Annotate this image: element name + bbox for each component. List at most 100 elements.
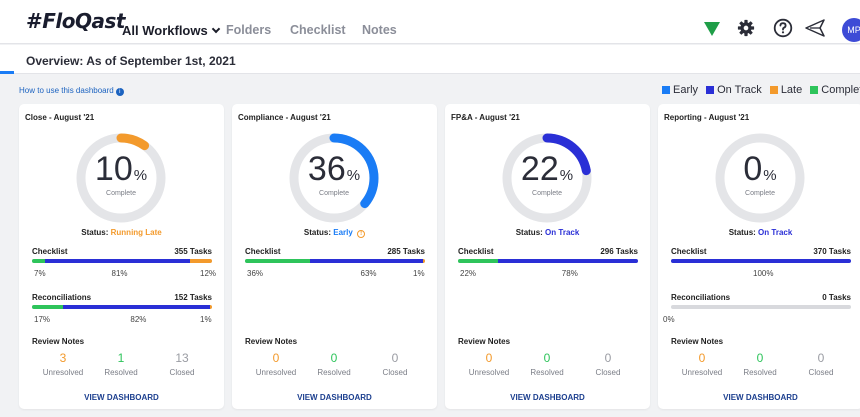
view-dashboard-link[interactable]: VIEW DASHBOARD xyxy=(232,393,437,402)
reconciliations-label: Reconciliations xyxy=(671,293,731,302)
help-icon[interactable] xyxy=(773,18,793,43)
percent-value: 10 xyxy=(94,150,133,188)
review-notes-caption: Unresolved xyxy=(255,368,297,377)
review-notes-caption: Closed xyxy=(382,368,408,377)
overview-title: Overview: As of September 1st, 2021 xyxy=(26,54,236,68)
status-value: Early xyxy=(333,228,353,237)
checklist-bar-segment xyxy=(190,259,212,263)
review-notes-closed[interactable]: 0 Closed xyxy=(791,351,851,377)
checklist-header: Checklist 370 Tasks xyxy=(671,247,851,256)
complete-label: Complete xyxy=(319,190,349,197)
status-legend: Early On Track Late Complete xyxy=(662,84,860,96)
percent-sign: % xyxy=(559,167,574,184)
status-line: Status: On Track xyxy=(658,228,860,237)
user-avatar[interactable]: MP xyxy=(842,18,860,42)
view-dashboard-link[interactable]: VIEW DASHBOARD xyxy=(658,393,860,402)
review-notes-count: 0 xyxy=(604,351,612,365)
card-title: FP&A - August '21 xyxy=(451,113,520,122)
status-label: Status: xyxy=(303,228,332,237)
review-notes-resolved[interactable]: 1 Resolved xyxy=(91,351,151,377)
review-notes-closed[interactable]: 13 Closed xyxy=(152,351,212,377)
review-notes-caption: Resolved xyxy=(530,368,564,377)
completion-gauge: 36% Complete xyxy=(284,128,384,228)
card-title: Compliance - August '21 xyxy=(238,113,331,122)
review-notes-resolved[interactable]: 0 Resolved xyxy=(304,351,364,377)
review-notes-count: 3 xyxy=(59,351,67,365)
percent-sign: % xyxy=(133,167,148,184)
percent-complete: 22% xyxy=(497,150,597,189)
completion-gauge: 22% Complete xyxy=(497,128,597,228)
workflow-card-reporting: Reporting - August '21 0% Complete Status: … xyxy=(658,104,860,409)
reconciliations-bar-segment xyxy=(210,305,212,309)
status-label: Status: xyxy=(728,228,756,237)
checklist-segment-label: 63% xyxy=(360,269,377,278)
checklist-segment-label: 100% xyxy=(753,269,774,278)
reconciliations-header: Reconciliations 0 Tasks xyxy=(671,293,851,302)
legend-item-early: Early xyxy=(662,84,698,96)
completion-gauge: 0% Complete xyxy=(710,128,810,228)
status-value: On Track xyxy=(758,228,793,237)
checklist-segment-label: 78% xyxy=(561,269,578,278)
reconciliations-task-count: 0 Tasks xyxy=(822,293,851,302)
reconciliations-label: Reconciliations xyxy=(32,293,92,302)
send-icon[interactable] xyxy=(805,19,825,42)
review-notes-count: 1 xyxy=(117,351,125,365)
percent-complete: 0% xyxy=(710,150,810,189)
checklist-bar-segment xyxy=(44,259,191,263)
how-to-use-link[interactable]: How to use this dashboard i xyxy=(19,86,124,96)
checklist-segment-label: 12% xyxy=(200,269,217,278)
nav-all-workflows[interactable]: All Workflows xyxy=(122,23,220,38)
legend-swatch xyxy=(769,86,778,94)
nav-notes[interactable]: Notes xyxy=(362,23,397,37)
card-title: Reporting - August '21 xyxy=(664,113,750,122)
review-notes-count: 0 xyxy=(698,351,706,365)
review-notes-header: Review Notes xyxy=(671,337,724,346)
percent-sign: % xyxy=(763,167,777,184)
reconciliations-segment-label: 1% xyxy=(200,315,212,324)
status-line: Status: Running Late xyxy=(19,228,224,237)
complete-label: Complete xyxy=(106,190,136,197)
reconciliations-header: Reconciliations 152 Tasks xyxy=(32,293,212,302)
review-notes-resolved[interactable]: 0 Resolved xyxy=(517,351,577,377)
review-notes-unresolved[interactable]: 0 Unresolved xyxy=(459,351,519,377)
view-dashboard-link[interactable]: VIEW DASHBOARD xyxy=(445,393,650,402)
review-notes-closed[interactable]: 0 Closed xyxy=(365,351,425,377)
completion-gauge: 10% Complete xyxy=(71,128,171,228)
flag-icon[interactable] xyxy=(704,22,720,36)
checklist-segment-label: 36% xyxy=(247,269,264,278)
review-notes-caption: Resolved xyxy=(104,368,138,377)
reconciliations-segment-label: 0% xyxy=(663,315,675,324)
legend-item-late: Late xyxy=(769,84,802,96)
view-dashboard-link[interactable]: VIEW DASHBOARD xyxy=(19,393,224,402)
floqast-logo[interactable]: #FloQast xyxy=(26,9,125,33)
reconciliations-segment-label: 17% xyxy=(34,315,51,324)
nav-folders[interactable]: Folders xyxy=(226,23,271,37)
nav-checklist[interactable]: Checklist xyxy=(290,23,346,37)
review-notes-caption: Closed xyxy=(808,368,834,377)
reconciliations-task-count: 152 Tasks xyxy=(174,293,212,302)
checklist-header: Checklist 355 Tasks xyxy=(32,247,212,256)
review-notes-resolved[interactable]: 0 Resolved xyxy=(730,351,790,377)
legend-item-complete: Complete xyxy=(810,84,860,96)
review-notes-count: 0 xyxy=(485,351,493,365)
active-indicator xyxy=(0,71,14,74)
review-notes-closed[interactable]: 0 Closed xyxy=(578,351,638,377)
gear-icon[interactable] xyxy=(737,19,755,42)
reconciliations-segment-label: 82% xyxy=(130,315,147,324)
review-notes-count: 0 xyxy=(543,351,551,365)
checklist-label: Checklist xyxy=(32,247,68,256)
review-notes-count: 0 xyxy=(272,351,280,365)
review-notes-unresolved[interactable]: 0 Unresolved xyxy=(246,351,306,377)
checklist-bar-segment xyxy=(423,259,425,263)
review-notes-header: Review Notes xyxy=(245,337,298,346)
review-notes-unresolved[interactable]: 0 Unresolved xyxy=(672,351,732,377)
checklist-task-count: 296 Tasks xyxy=(600,247,638,256)
legend-swatch xyxy=(662,86,670,94)
legend-swatch xyxy=(810,86,819,94)
checklist-segment-label: 1% xyxy=(413,269,425,278)
review-notes-unresolved[interactable]: 3 Unresolved xyxy=(33,351,93,377)
warning-icon: ! xyxy=(357,230,366,238)
review-notes-count: 13 xyxy=(175,351,189,365)
workflow-card-fpa: FP&A - August '21 22% Complete Status: On T… xyxy=(445,104,650,409)
checklist-label: Checklist xyxy=(458,247,494,256)
